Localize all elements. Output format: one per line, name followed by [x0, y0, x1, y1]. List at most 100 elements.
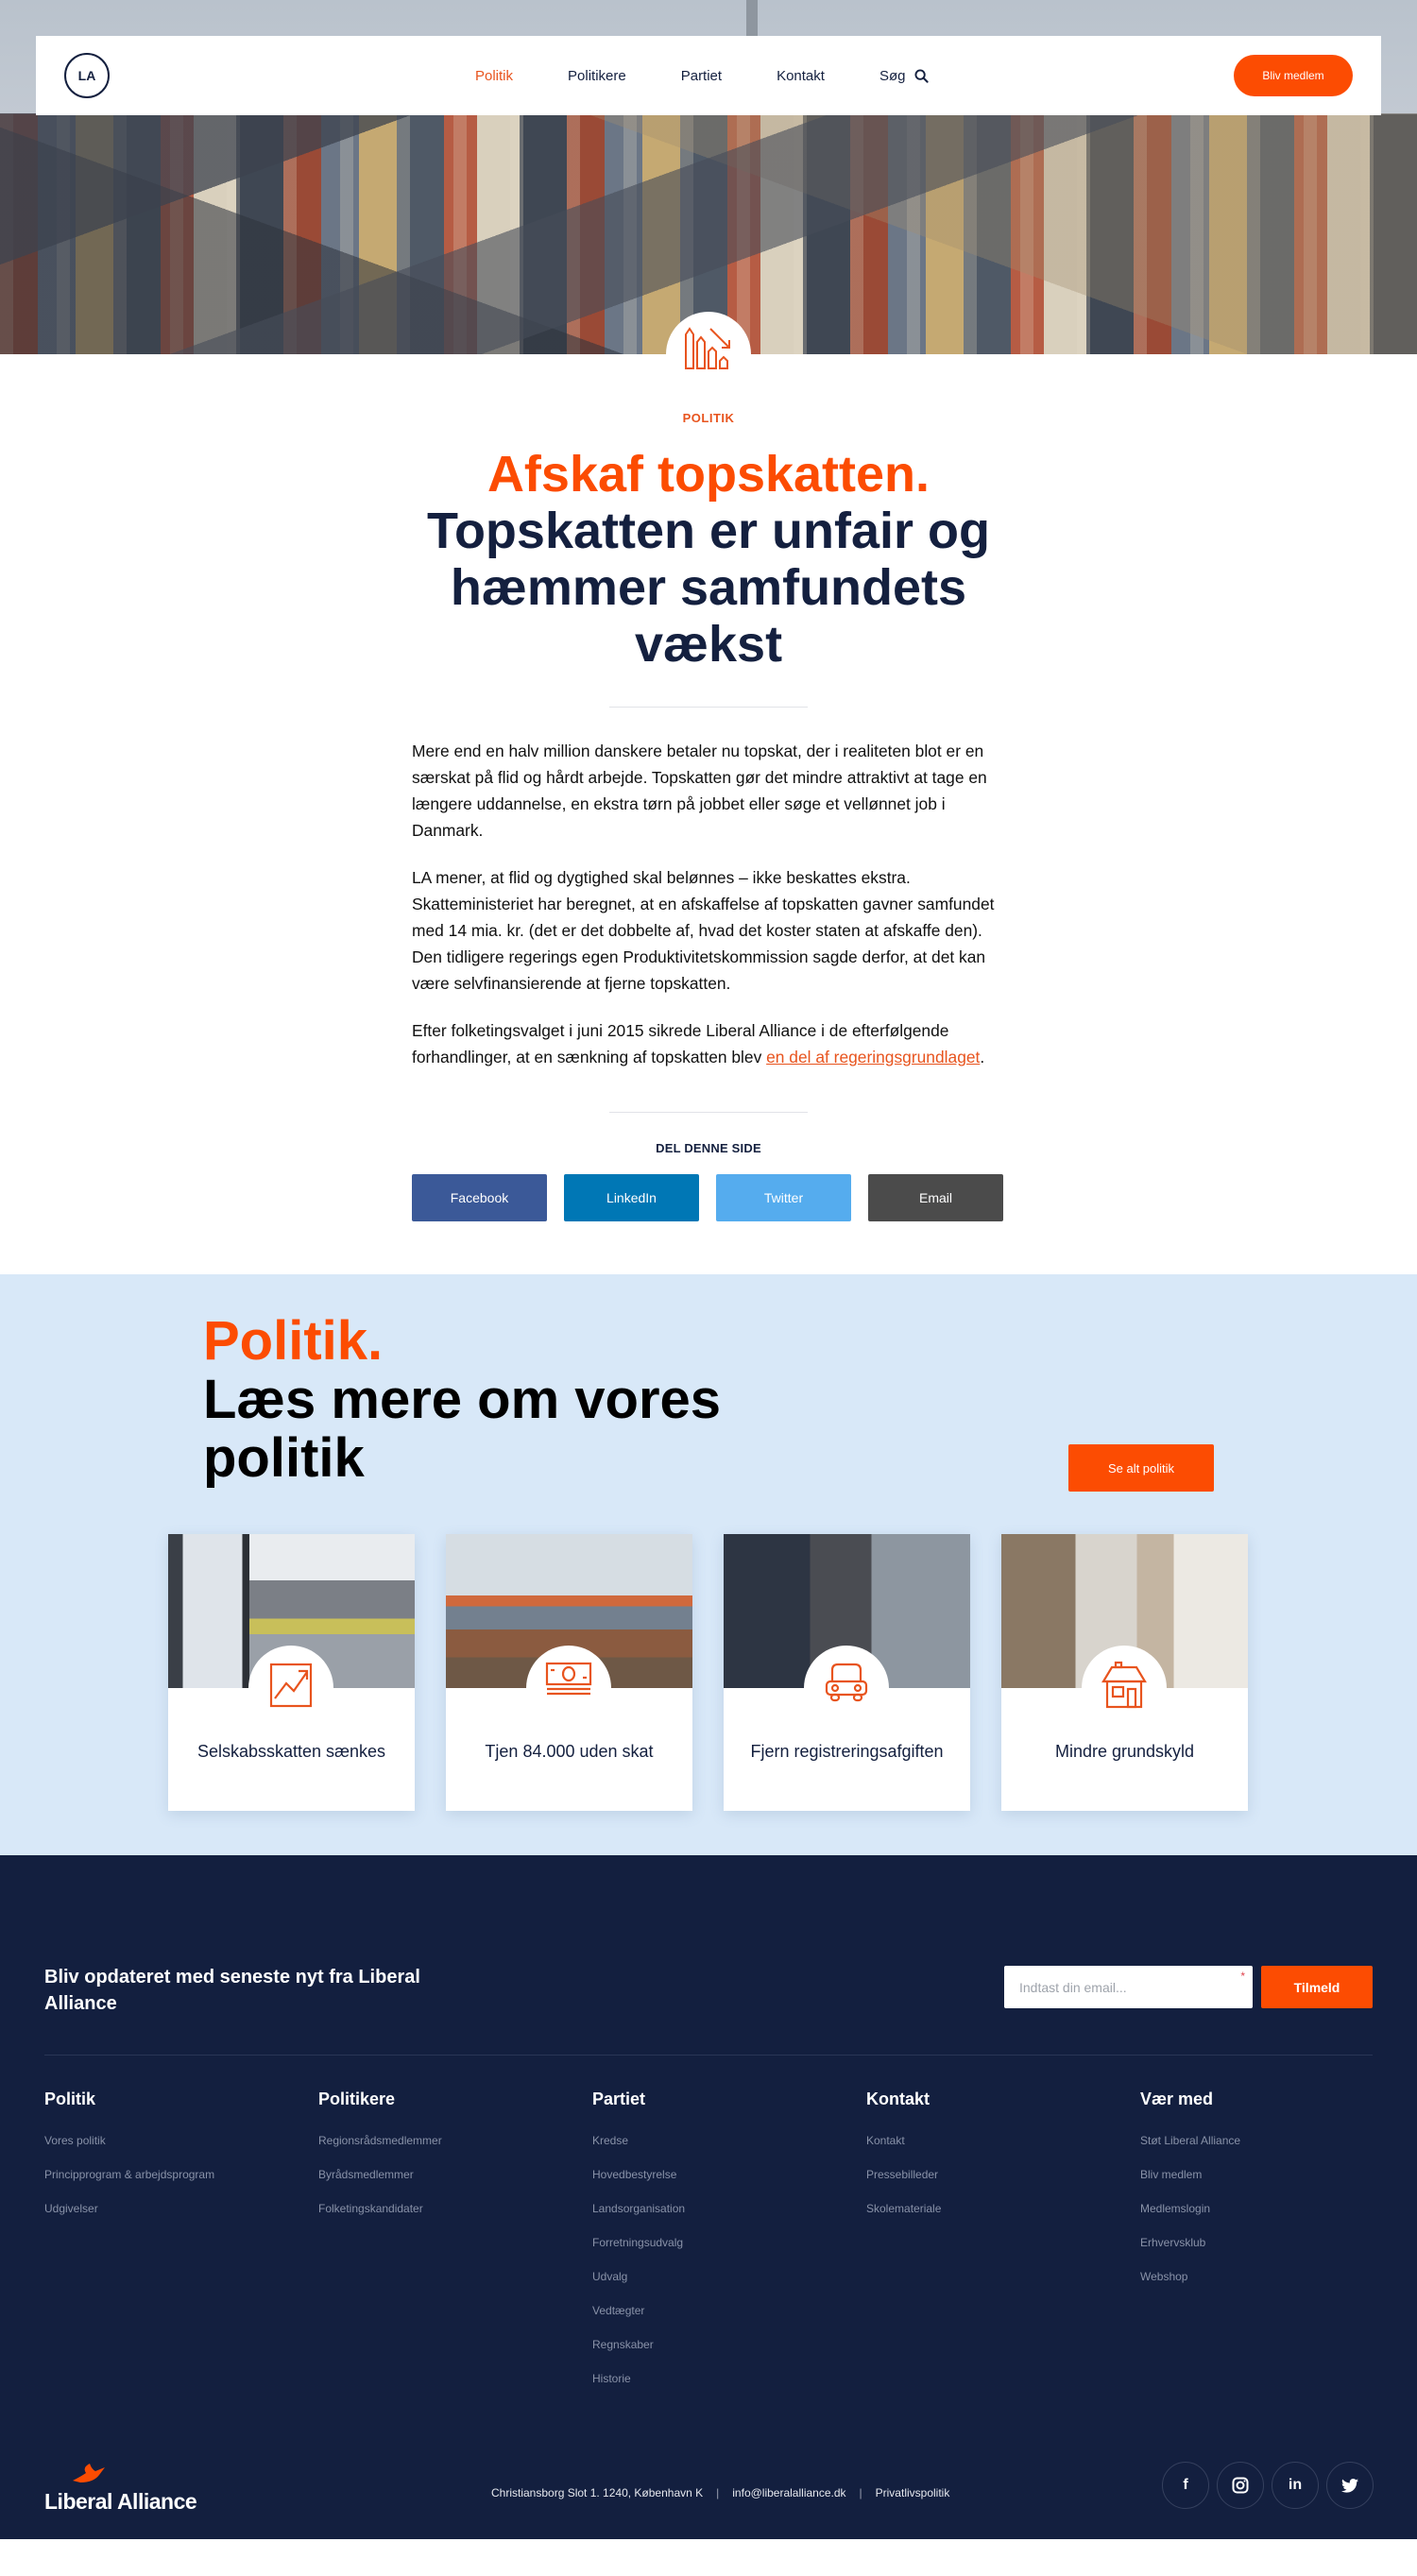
share-buttons: Facebook LinkedIn Twitter Email: [412, 1174, 1005, 1221]
house-icon: [1101, 1661, 1147, 1709]
site-logo[interactable]: LA: [64, 53, 110, 98]
card-title: Tjen 84.000 uden skat: [485, 1742, 654, 1761]
footer-link[interactable]: Forretningsudvalg: [592, 2236, 866, 2249]
article-paragraph: Mere end en halv million danskere betale…: [412, 742, 987, 840]
footer-link[interactable]: Støt Liberal Alliance: [1140, 2134, 1414, 2147]
article-body: Mere end en halv million danskere betale…: [412, 738, 1005, 1070]
footer-link[interactable]: Udgivelser: [44, 2202, 318, 2215]
footer-link[interactable]: Vedtægter: [592, 2304, 866, 2317]
footer-link[interactable]: Regionsrådsmedlemmer: [318, 2134, 592, 2147]
card-title: Mindre grundskyld: [1054, 1742, 1195, 1761]
share-facebook-button[interactable]: Facebook: [412, 1174, 547, 1221]
footer-column-politikere: Politikere Regionsrådsmedlemmer Byrådsme…: [318, 2090, 592, 2406]
footer-divider: [44, 2055, 1373, 2056]
footer-column-title: Politikere: [318, 2090, 396, 2108]
article-paragraph: LA mener, at flid og dygtighed skal belø…: [412, 868, 995, 993]
hero-banner: LA Politik Politikere Partiet Kontakt Sø…: [0, 0, 1417, 354]
facebook-link[interactable]: f: [1162, 2462, 1209, 2509]
footer-columns: Politik Vores politik Principprogram & a…: [44, 2090, 1414, 2406]
article-paragraph: Efter folketingsvalget i juni 2015 sikre…: [412, 1017, 1005, 1070]
policy-card[interactable]: Selskabsskatten sænkes: [168, 1534, 415, 1811]
declining-bar-chart-icon: [685, 327, 730, 369]
policy-card[interactable]: Tjen 84.000 uden skat: [446, 1534, 692, 1811]
site-footer: Bliv opdateret med seneste nyt fra Liber…: [0, 1855, 1417, 2539]
politik-heading-main: Læs mere om vores politik: [203, 1369, 722, 1489]
car-icon: [825, 1663, 868, 1702]
instagram-icon: [1232, 2477, 1249, 2494]
see-all-politik-button[interactable]: Se alt politik: [1068, 1444, 1214, 1492]
nav-item-partiet[interactable]: Partiet: [681, 68, 722, 84]
footer-link[interactable]: Kontakt: [866, 2134, 1140, 2147]
footer-column-title: Politik: [44, 2090, 96, 2108]
hero-category-badge: [666, 312, 751, 397]
newsletter-text: Bliv opdateret med seneste nyt fra Liber…: [44, 1967, 420, 2014]
join-member-button[interactable]: Bliv medlem: [1234, 55, 1353, 96]
footer-link[interactable]: Hovedbestyrelse: [592, 2168, 866, 2181]
policy-card[interactable]: Fjern registreringsafgiften: [724, 1534, 970, 1811]
card-icon-badge: [248, 1646, 333, 1731]
nav-search-button[interactable]: Søg: [879, 68, 930, 84]
linkedin-link[interactable]: in: [1272, 2462, 1319, 2509]
card-icon-badge: [804, 1646, 889, 1731]
politik-section: Politik. Læs mere om vores politik Se al…: [0, 1274, 1417, 1855]
footer-column-kontakt: Kontakt Kontakt Pressebilleder Skolemate…: [866, 2090, 1140, 2406]
email-placeholder: Indtast din email...: [1019, 1979, 1127, 1995]
social-links: f in: [1162, 2462, 1374, 2509]
footer-column-partiet: Partiet Kredse Hovedbestyrelse Landsorga…: [592, 2090, 866, 2406]
article-title-main: Topskatten er unfair og hæmmer samfundet…: [426, 503, 991, 673]
government-platform-link[interactable]: en del af regeringsgrundlaget: [766, 1048, 980, 1066]
footer-separator: |: [859, 2486, 862, 2499]
footer-link[interactable]: Regnskaber: [592, 2338, 866, 2351]
footer-column-title: Partiet: [592, 2090, 646, 2108]
footer-link[interactable]: Erhvervsklub: [1140, 2236, 1414, 2249]
footer-link[interactable]: Landsorganisation: [592, 2202, 866, 2215]
card-icon-badge: [526, 1646, 611, 1731]
politik-heading-highlight: Politik.: [203, 1310, 384, 1372]
nav-item-politikere[interactable]: Politikere: [568, 68, 626, 84]
footer-email-link[interactable]: info@liberalalliance.dk: [732, 2486, 845, 2499]
card-title: Fjern registreringsafgiften: [750, 1742, 944, 1761]
footer-separator: |: [716, 2486, 720, 2499]
linkedin-icon: in: [1288, 2477, 1303, 2493]
footer-link[interactable]: Skolemateriale: [866, 2202, 1140, 2215]
title-divider: [609, 707, 808, 708]
card-icon-badge: [1082, 1646, 1167, 1731]
footer-link[interactable]: Vores politik: [44, 2134, 318, 2147]
footer-link[interactable]: Bliv medlem: [1140, 2168, 1414, 2181]
footer-link[interactable]: Historie: [592, 2372, 866, 2385]
paragraph-end: .: [980, 1048, 985, 1066]
footer-link[interactable]: Medlemslogin: [1140, 2202, 1414, 2215]
trending-up-icon: [269, 1663, 313, 1708]
share-twitter-button[interactable]: Twitter: [716, 1174, 851, 1221]
footer-link[interactable]: Pressebilleder: [866, 2168, 1140, 2181]
footer-logo[interactable]: Liberal Alliance: [44, 2462, 197, 2515]
footer-link[interactable]: Principprogram & arbejdsprogram: [44, 2168, 318, 2181]
footer-column-vaer-med: Vær med Støt Liberal Alliance Bliv medle…: [1140, 2090, 1414, 2406]
newsletter-subscribe-button[interactable]: Tilmeld: [1261, 1966, 1373, 2008]
footer-link[interactable]: Folketingskandidater: [318, 2202, 592, 2215]
share-linkedin-button[interactable]: LinkedIn: [564, 1174, 699, 1221]
footer-link[interactable]: Webshop: [1140, 2270, 1414, 2283]
politik-heading: Politik. Læs mere om vores politik: [203, 1312, 732, 1488]
footer-link[interactable]: Kredse: [592, 2134, 866, 2147]
instagram-link[interactable]: [1217, 2462, 1264, 2509]
policy-card[interactable]: Mindre grundskyld: [1001, 1534, 1248, 1811]
footer-column-title: Kontakt: [866, 2090, 930, 2108]
banknote-icon: [545, 1662, 592, 1696]
nav-links: Politik Politikere Partiet Kontakt Søg: [475, 36, 930, 115]
footer-column-title: Vær med: [1140, 2090, 1214, 2108]
share-email-button[interactable]: Email: [868, 1174, 1003, 1221]
newsletter-email-input[interactable]: Indtast din email... *: [1004, 1966, 1253, 2008]
share-divider: [609, 1112, 808, 1113]
twitter-link[interactable]: [1326, 2462, 1374, 2509]
card-title: Selskabsskatten sænkes: [196, 1742, 386, 1761]
nav-search-label: Søg: [879, 67, 906, 84]
nav-item-politik[interactable]: Politik: [475, 68, 513, 84]
required-mark: *: [1240, 1970, 1245, 1983]
footer-privacy-link[interactable]: Privatlivspolitik: [876, 2486, 950, 2499]
footer-link[interactable]: Byrådsmedlemmer: [318, 2168, 592, 2181]
nav-item-kontakt[interactable]: Kontakt: [777, 68, 825, 84]
footer-meta: Christiansborg Slot 1. 1240, København K…: [491, 2486, 949, 2499]
footer-link[interactable]: Udvalg: [592, 2270, 866, 2283]
search-icon: [914, 68, 930, 83]
